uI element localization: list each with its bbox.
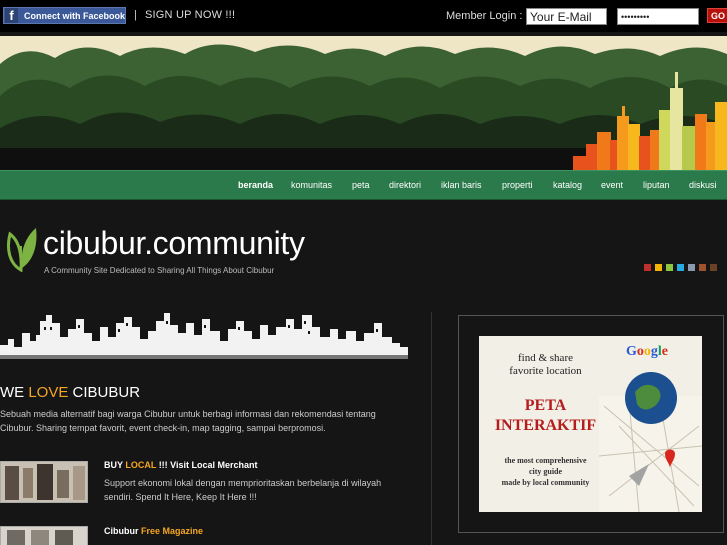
- connect-facebook-label: Connect with Facebook: [23, 10, 125, 21]
- nav-item-diskusi[interactable]: diskusi: [689, 180, 717, 190]
- member-login-label: Member Login :: [446, 10, 523, 22]
- theme-swatch-grey[interactable]: [688, 264, 695, 271]
- buy-local-title-suffix: !!! Visit Local Merchant: [156, 460, 258, 470]
- ad-title-peta: PETA: [524, 397, 567, 414]
- nav-item-beranda[interactable]: beranda: [238, 180, 273, 190]
- go-button[interactable]: GO: [707, 8, 727, 23]
- theme-swatch-brown[interactable]: [699, 264, 706, 271]
- email-input[interactable]: [526, 8, 607, 25]
- ad-title: PETA INTERAKTIF: [479, 396, 612, 436]
- ad-small-line-2: city guide: [528, 467, 563, 476]
- ad-tagline: find & share favorite location: [479, 352, 612, 378]
- we-love-heading: WE LOVE CIBUBUR: [0, 384, 140, 401]
- ad-description: the most comprehensive city guide made b…: [479, 455, 612, 488]
- nav-item-peta[interactable]: peta: [352, 180, 370, 190]
- site-tagline: A Community Site Dedicated to Sharing Al…: [44, 266, 275, 275]
- google-letter-o2: o: [643, 344, 651, 359]
- buy-local-thumbnail[interactable]: [0, 461, 88, 503]
- nav-item-event[interactable]: event: [601, 180, 623, 190]
- top-bar: f Connect with Facebook | SIGN UP NOW !!…: [0, 0, 727, 32]
- connect-facebook-button[interactable]: f Connect with Facebook: [3, 7, 126, 24]
- main-nav: beranda komunitas peta direktori iklan b…: [0, 170, 727, 200]
- magazine-thumbnail[interactable]: [0, 526, 88, 545]
- google-logo: Google: [626, 344, 668, 360]
- tree-skyline-illustration: [0, 36, 727, 170]
- site-title[interactable]: cibubur.community: [43, 225, 305, 262]
- password-input[interactable]: [617, 8, 699, 25]
- magazine-title-prefix: Cibubur: [104, 526, 141, 536]
- separator: |: [134, 9, 137, 21]
- ad-line-find-share: find & share: [518, 352, 573, 364]
- facebook-icon: f: [5, 8, 18, 23]
- theme-swatch-dark-brown[interactable]: [710, 264, 717, 271]
- ad-title-interaktif: INTERAKTIF: [494, 417, 597, 434]
- intro-text: Sebuah media alternatif bagi warga Cibub…: [0, 409, 376, 433]
- magazine-title-accent: Free Magazine: [141, 526, 204, 536]
- google-letter-g2: g: [650, 344, 658, 359]
- google-letter-o1: o: [636, 344, 644, 359]
- theme-swatch-yellow[interactable]: [655, 264, 662, 271]
- heading-prefix: WE: [0, 384, 29, 401]
- leaf-logo-icon: [6, 228, 37, 272]
- city-skyline-illustration: [0, 313, 408, 359]
- magazine-photo: [1, 527, 87, 545]
- free-magazine-title[interactable]: Cibubur Free Magazine: [104, 526, 203, 536]
- buy-local-title[interactable]: BUY LOCAL !!! Visit Local Merchant: [104, 460, 258, 470]
- buy-local-title-prefix: BUY: [104, 460, 126, 470]
- buy-local-description: Support ekonomi lokal dengan mempriorita…: [104, 478, 382, 502]
- signup-link[interactable]: SIGN UP NOW !!!: [145, 9, 235, 21]
- theme-swatches: [644, 264, 717, 271]
- heading-suffix: CIBUBUR: [68, 384, 141, 401]
- nav-item-direktori[interactable]: direktori: [389, 180, 421, 190]
- nav-item-katalog[interactable]: katalog: [553, 180, 582, 190]
- nav-item-iklan-baris[interactable]: iklan baris: [441, 180, 482, 190]
- ad-line-favorite-location: favorite location: [509, 365, 582, 377]
- google-letter-g: G: [626, 344, 637, 359]
- buy-local-title-accent: LOCAL: [125, 460, 157, 470]
- theme-swatch-red[interactable]: [644, 264, 651, 271]
- nav-item-properti[interactable]: properti: [502, 180, 533, 190]
- theme-swatch-blue[interactable]: [677, 264, 684, 271]
- merchant-photo: [1, 462, 87, 502]
- heading-accent: LOVE: [28, 384, 69, 401]
- nav-item-komunitas[interactable]: komunitas: [291, 180, 332, 190]
- google-letter-e: e: [661, 344, 668, 359]
- ad-small-line-3: made by local community: [501, 478, 590, 487]
- column-divider: [431, 312, 432, 545]
- peta-interaktif-ad[interactable]: find & share favorite location PETA INTE…: [479, 336, 702, 512]
- ad-small-line-1: the most comprehensive: [504, 456, 587, 465]
- theme-swatch-green[interactable]: [666, 264, 673, 271]
- nav-item-liputan[interactable]: liputan: [643, 180, 670, 190]
- header-banner: [0, 36, 727, 170]
